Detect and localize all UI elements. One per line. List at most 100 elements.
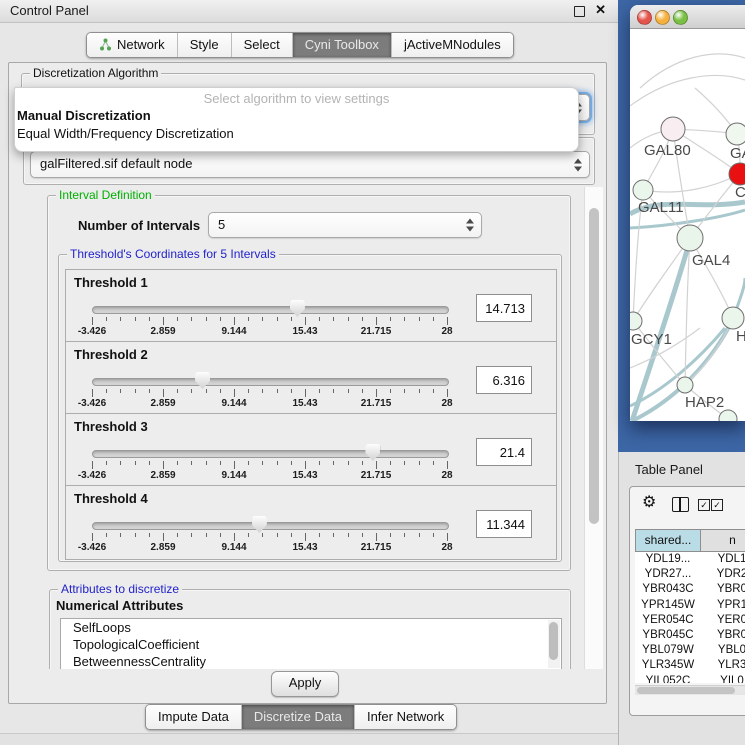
threshold-value-field[interactable]: 6.316: [476, 366, 532, 394]
network-node[interactable]: [633, 180, 653, 200]
network-canvas[interactable]: GAL80GACGAL11GAL4GCY1HHAP2: [630, 28, 745, 421]
network-node-label: GA: [730, 145, 745, 162]
threshold-3-block: Threshold 3-3.4262.8599.14415.4321.71528…: [65, 413, 557, 488]
threshold-label: Threshold 2: [74, 347, 148, 362]
cyni-content-panel: Discretization Algorithm Table Data galF…: [8, 62, 607, 704]
settings-vertical-scrollbar[interactable]: [584, 187, 603, 669]
network-node[interactable]: [661, 117, 685, 141]
interval-definition-legend: Interval Definition: [56, 188, 155, 203]
dropdown-prompt[interactable]: Select algorithm to view settings: [15, 91, 578, 106]
tab-impute-data[interactable]: Impute Data: [146, 705, 241, 729]
minimize-traffic-light-icon[interactable]: [655, 10, 670, 25]
table-rows: YDL19...YDL1YDR27...YDR2YBR043CYBR0YPR14…: [635, 552, 745, 683]
tick-label: -3.426: [78, 326, 106, 337]
table-row[interactable]: YBL079WYBL0: [635, 643, 745, 658]
dropdown-option-manual-discretization[interactable]: Manual Discretization: [17, 108, 151, 123]
network-node[interactable]: [729, 163, 745, 185]
tab-jactivemnodules[interactable]: jActiveMNodules: [391, 33, 513, 57]
dropdown-option-equal-width-frequency[interactable]: Equal Width/Frequency Discretization: [17, 126, 234, 141]
num-intervals-label: Number of Intervals: [78, 218, 200, 233]
table-panel-body: ⚙ ✓ ✓ shared... n YDL19...YDL1YDR27...YD…: [629, 486, 745, 716]
threshold-value-field[interactable]: 14.713: [476, 294, 532, 322]
tick-label: 9.144: [221, 398, 246, 409]
table-row[interactable]: YLR345WYLR3: [635, 658, 745, 673]
attributes-legend: Attributes to discretize: [58, 582, 182, 597]
network-node-label: H: [736, 328, 745, 345]
network-edge[interactable]: [690, 238, 733, 318]
tick-label: 2.859: [150, 326, 175, 337]
threshold-value-field[interactable]: 11.344: [476, 510, 532, 538]
attributes-list-scrollbar[interactable]: [548, 620, 560, 668]
network-node-label: GAL80: [644, 142, 691, 159]
tick-label: 15.43: [292, 470, 317, 481]
float-window-icon[interactable]: [574, 6, 585, 17]
algorithm-dropdown-popup: Select algorithm to view settings Manual…: [14, 87, 579, 152]
threshold-4-block: Threshold 4-3.4262.8599.14415.4321.71528…: [65, 485, 557, 560]
apply-button[interactable]: Apply: [271, 671, 339, 697]
tick-label: -3.426: [78, 542, 106, 553]
numerical-attributes-label: Numerical Attributes: [56, 598, 183, 613]
network-node[interactable]: [677, 225, 703, 251]
network-edge[interactable]: [643, 174, 740, 192]
table-row[interactable]: YIL052CYIL0: [635, 674, 745, 684]
slider-thumb-icon[interactable]: [290, 300, 305, 317]
top-tab-bar: Network Style Select Cyni Toolbox jActiv…: [86, 32, 514, 58]
network-edge[interactable]: [640, 54, 745, 88]
slider-thumb-icon[interactable]: [195, 372, 210, 389]
zoom-traffic-light-icon[interactable]: [673, 10, 688, 25]
network-icon: [99, 38, 112, 51]
tick-label: -3.426: [78, 470, 106, 481]
table-data-combobox[interactable]: galFiltered.sif default node: [30, 151, 590, 178]
network-edge[interactable]: [630, 76, 745, 106]
slider-thumb-icon[interactable]: [252, 516, 267, 533]
tab-discretize-data[interactable]: Discretize Data: [241, 705, 354, 729]
split-columns-icon[interactable]: [672, 497, 689, 512]
network-node-label: GAL4: [692, 252, 730, 269]
table-row[interactable]: YDL19...YDL1: [635, 552, 745, 567]
column-header-name[interactable]: n: [700, 529, 745, 552]
slider-thumb-icon[interactable]: [365, 444, 380, 461]
network-node[interactable]: [677, 377, 693, 393]
table-row[interactable]: YER054CYER0: [635, 613, 745, 628]
combo-stepper-icon[interactable]: [466, 219, 475, 232]
table-row[interactable]: YPR145WYPR1: [635, 598, 745, 613]
attribute-item[interactable]: SelfLoops: [61, 619, 561, 636]
network-node-label: GCY1: [631, 331, 672, 348]
attribute-item[interactable]: TopologicalCoefficient: [61, 636, 561, 653]
checkbox-icon[interactable]: ✓: [698, 499, 710, 511]
tick-label: 15.43: [292, 398, 317, 409]
tab-infer-network[interactable]: Infer Network: [354, 705, 456, 729]
column-header-shared[interactable]: shared...: [635, 529, 701, 552]
table-horizontal-scrollbar[interactable]: [635, 685, 745, 695]
tab-select[interactable]: Select: [231, 33, 292, 57]
tick-label: 21.715: [361, 326, 392, 337]
network-window-titlebar: [630, 5, 745, 29]
network-node[interactable]: [719, 410, 737, 421]
network-edge[interactable]: [633, 238, 690, 321]
tick-label: 9.144: [221, 470, 246, 481]
close-traffic-light-icon[interactable]: [637, 10, 652, 25]
num-intervals-combobox[interactable]: 5: [208, 212, 482, 238]
network-node[interactable]: [722, 307, 744, 329]
threshold-value-field[interactable]: 21.4: [476, 438, 532, 466]
thresholds-legend: Threshold's Coordinates for 5 Intervals: [67, 247, 279, 262]
tick-label: 15.43: [292, 326, 317, 337]
tick-label: 2.859: [150, 542, 175, 553]
gear-icon[interactable]: ⚙: [642, 494, 656, 512]
tick-label: 28: [441, 542, 452, 553]
tab-cyni-toolbox[interactable]: Cyni Toolbox: [292, 33, 391, 57]
close-icon[interactable]: ✕: [595, 2, 606, 18]
table-row[interactable]: YBR043CYBR0: [635, 582, 745, 597]
threshold-2-block: Threshold 2-3.4262.8599.14415.4321.71528…: [65, 341, 557, 416]
network-node[interactable]: [726, 123, 745, 145]
table-row[interactable]: YDR27...YDR2: [635, 567, 745, 582]
attributes-list[interactable]: SelfLoopsTopologicalCoefficientBetweenne…: [60, 618, 562, 669]
combo-stepper-icon[interactable]: [574, 158, 583, 171]
tab-style[interactable]: Style: [177, 33, 231, 57]
checkbox-icon[interactable]: ✓: [711, 499, 723, 511]
table-row[interactable]: YBR045CYBR0: [635, 628, 745, 643]
attribute-item[interactable]: BetweennessCentrality: [61, 653, 561, 669]
tab-network[interactable]: Network: [87, 33, 177, 57]
network-node[interactable]: [630, 312, 642, 330]
interval-definition-group: Interval Definition Number of Intervals …: [47, 195, 571, 571]
